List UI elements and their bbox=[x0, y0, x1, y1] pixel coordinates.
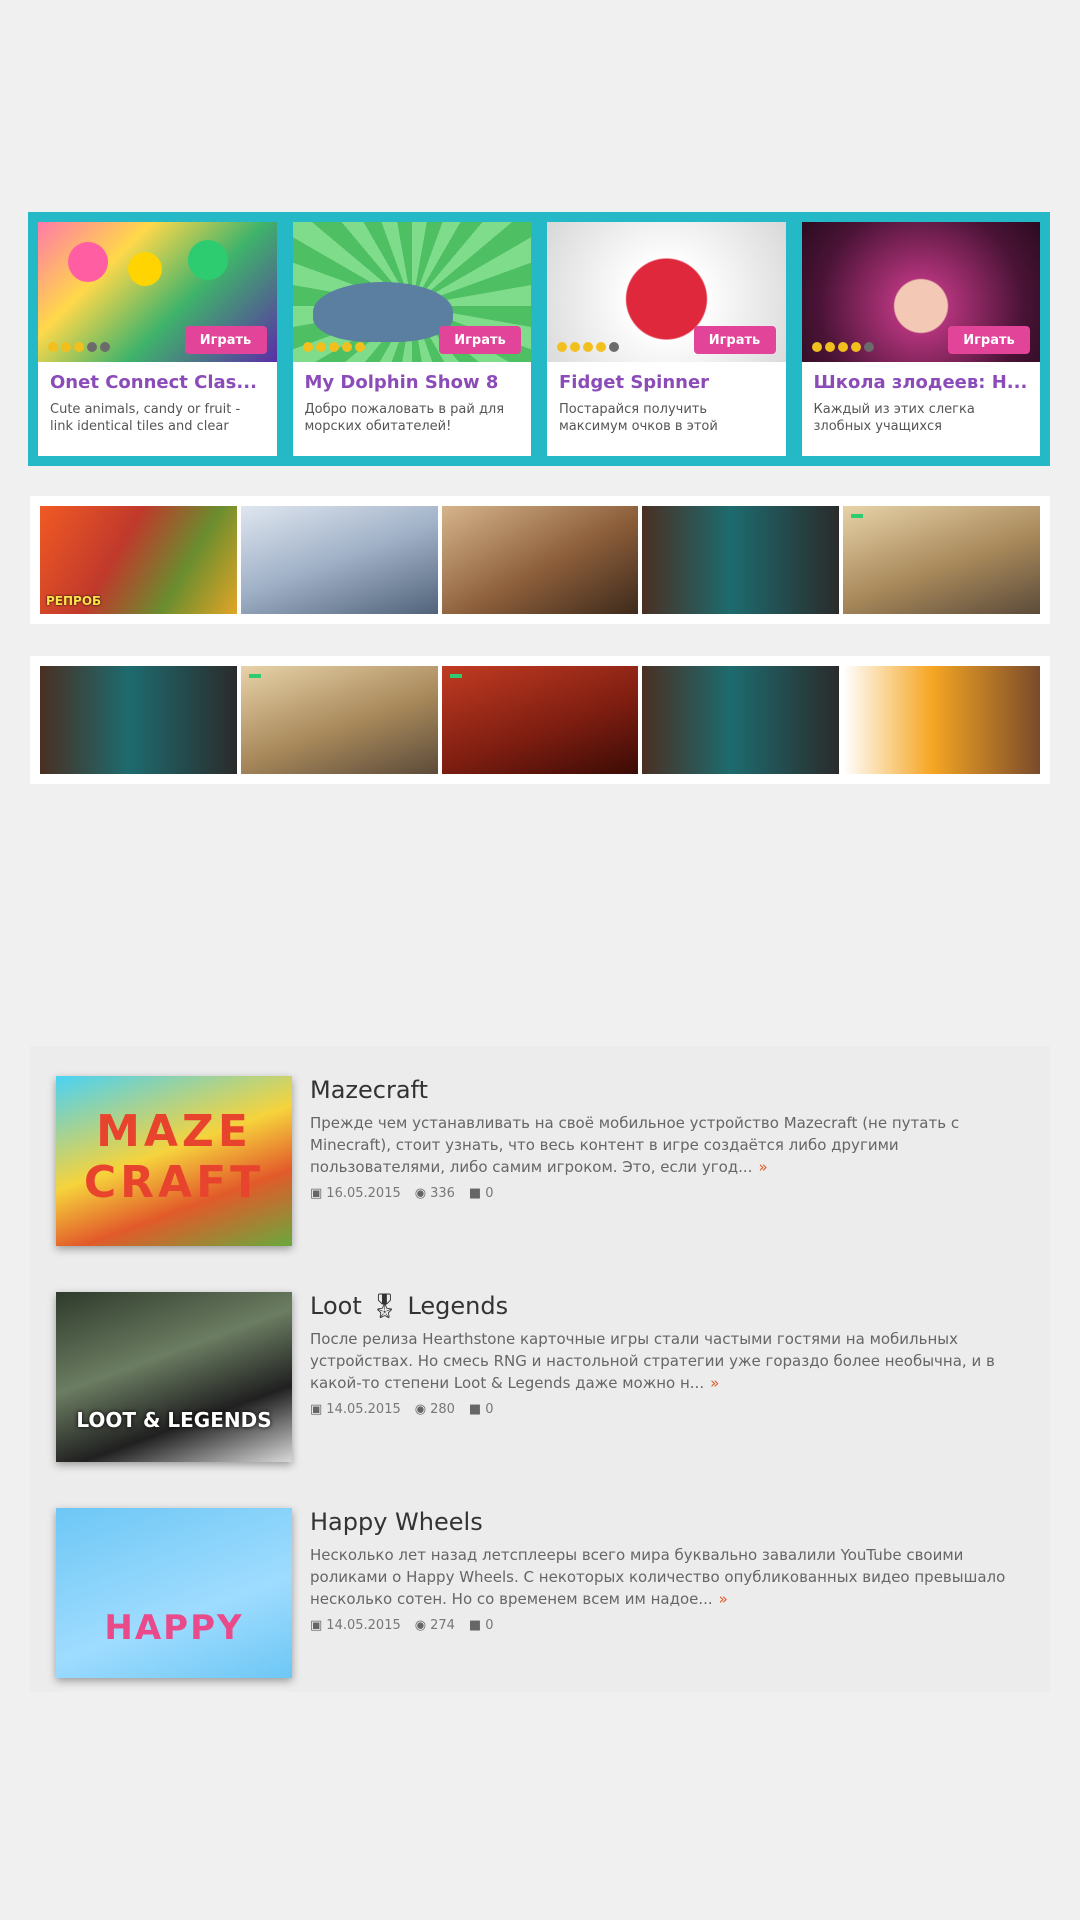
article-views: ◉ 274 bbox=[415, 1618, 455, 1633]
article-views: ◉ 280 bbox=[415, 1402, 455, 1417]
arrow-right-icon[interactable]: » bbox=[710, 1374, 719, 1392]
game-description: Добро пожаловать в рай для морских обита… bbox=[304, 402, 505, 434]
article-title[interactable]: Mazecraft bbox=[310, 1076, 1016, 1104]
calendar-icon: ▣ bbox=[310, 1186, 323, 1201]
promo-banner[interactable] bbox=[441, 506, 639, 614]
promo-banner[interactable] bbox=[843, 666, 1040, 774]
article-excerpt: Несколько лет назад летсплееры всего мир… bbox=[310, 1544, 1016, 1610]
game-title[interactable]: Onet Connect Clas... bbox=[50, 372, 265, 393]
article-item: MAZE CRAFT Mazecraft Прежде чем устанавл… bbox=[56, 1076, 1016, 1246]
comment-icon: ■ bbox=[468, 1186, 482, 1201]
eye-icon: ◉ bbox=[414, 1618, 427, 1633]
date-text: 14.05.2015 bbox=[326, 1402, 401, 1417]
play-button[interactable]: Играть bbox=[693, 326, 776, 354]
featured-games-strip: Играть Onet Connect Clas... Cute animals… bbox=[28, 212, 1050, 466]
article-item: HAPPY Happy Wheels Несколько лет назад л… bbox=[56, 1508, 1016, 1678]
promo-banner[interactable]: РЕПРОБ bbox=[40, 506, 237, 614]
views-count: 274 bbox=[430, 1618, 455, 1633]
game-card[interactable]: Играть Fidget Spinner Постарайся получит… bbox=[547, 222, 786, 456]
article-image[interactable]: HAPPY bbox=[56, 1508, 292, 1678]
promo-banner[interactable] bbox=[642, 666, 840, 774]
date-text: 16.05.2015 bbox=[326, 1186, 401, 1201]
article-comments: ■ 0 bbox=[469, 1618, 494, 1633]
promo-banner[interactable] bbox=[40, 666, 237, 774]
article-image-caption: MAZE CRAFT bbox=[83, 1106, 265, 1208]
comments-count: 0 bbox=[485, 1618, 494, 1633]
date-text: 14.05.2015 bbox=[326, 1618, 401, 1633]
comments-count: 0 bbox=[485, 1186, 494, 1201]
game-description: Каждый из этих слегка злобных учащихся bbox=[813, 402, 975, 434]
arrow-right-icon[interactable]: » bbox=[719, 1590, 728, 1608]
calendar-icon: ▣ bbox=[310, 1618, 323, 1633]
rating-stars bbox=[557, 342, 619, 352]
views-count: 336 bbox=[430, 1186, 455, 1201]
article-comments: ■ 0 bbox=[469, 1186, 494, 1201]
promo-banner[interactable] bbox=[441, 666, 639, 774]
promo-banner-row bbox=[30, 656, 1050, 784]
article-image[interactable]: MAZE CRAFT bbox=[56, 1076, 292, 1246]
article-excerpt-text: Несколько лет назад летсплееры всего мир… bbox=[310, 1546, 1006, 1608]
game-description: Постарайся получить максимум очков в это… bbox=[559, 402, 718, 434]
promo-banner[interactable] bbox=[240, 666, 438, 774]
game-title[interactable]: Школа злодеев: Н... bbox=[814, 372, 1029, 393]
eye-icon: ◉ bbox=[414, 1402, 427, 1417]
article-excerpt-text: После релиза Hearthstone карточные игры … bbox=[310, 1330, 995, 1392]
article-views: ◉ 336 bbox=[415, 1186, 455, 1201]
promo-banner-row: РЕПРОБ bbox=[30, 496, 1050, 624]
article-meta: ▣ 14.05.2015 ◉ 280 ■ 0 bbox=[310, 1402, 1016, 1417]
comments-count: 0 bbox=[485, 1402, 494, 1417]
play-button[interactable]: Играть bbox=[184, 326, 267, 354]
arrow-right-icon[interactable]: » bbox=[758, 1158, 767, 1176]
comment-icon: ■ bbox=[468, 1402, 482, 1417]
rating-stars bbox=[48, 342, 110, 352]
article-title[interactable]: Loot 🎖 Legends bbox=[310, 1292, 1016, 1320]
article-date: ▣ 14.05.2015 bbox=[310, 1402, 401, 1417]
game-thumbnail[interactable]: Играть bbox=[38, 222, 277, 362]
article-excerpt: После релиза Hearthstone карточные игры … bbox=[310, 1328, 1016, 1394]
play-button[interactable]: Играть bbox=[948, 326, 1030, 354]
rating-stars bbox=[302, 342, 365, 352]
game-card[interactable]: Играть My Dolphin Show 8 Добро пожаловат… bbox=[292, 222, 531, 456]
game-description: Cute animals, candy or fruit - link iden… bbox=[50, 402, 241, 434]
article-image-caption: HAPPY bbox=[104, 1608, 244, 1648]
article-excerpt-text: Прежде чем устанавливать на своё мобильн… bbox=[310, 1114, 960, 1176]
article-comments: ■ 0 bbox=[469, 1402, 494, 1417]
game-card[interactable]: Играть Школа злодеев: Н... Каждый из эти… bbox=[801, 222, 1040, 456]
promo-caption: РЕПРОБ bbox=[46, 594, 102, 608]
article-excerpt: Прежде чем устанавливать на своё мобильн… bbox=[310, 1112, 1016, 1178]
game-thumbnail[interactable]: Играть bbox=[292, 222, 531, 362]
article-item: LOOT & LEGENDS Loot 🎖 Legends После рели… bbox=[56, 1292, 1016, 1462]
promo-tag bbox=[851, 514, 864, 518]
eye-icon: ◉ bbox=[414, 1186, 427, 1201]
promo-banner[interactable] bbox=[843, 506, 1040, 614]
calendar-icon: ▣ bbox=[310, 1402, 323, 1417]
game-card[interactable]: Играть Onet Connect Clas... Cute animals… bbox=[38, 222, 277, 456]
promo-banner[interactable] bbox=[642, 506, 840, 614]
game-thumbnail[interactable]: Играть bbox=[547, 222, 786, 362]
article-date: ▣ 16.05.2015 bbox=[310, 1186, 401, 1201]
game-title[interactable]: Fidget Spinner bbox=[559, 372, 774, 393]
article-image[interactable]: LOOT & LEGENDS bbox=[56, 1292, 292, 1462]
article-title[interactable]: Happy Wheels bbox=[310, 1508, 1016, 1536]
article-list: MAZE CRAFT Mazecraft Прежде чем устанавл… bbox=[30, 1046, 1050, 1692]
article-meta: ▣ 14.05.2015 ◉ 274 ■ 0 bbox=[310, 1618, 1016, 1633]
promo-banner[interactable] bbox=[240, 506, 438, 614]
game-thumbnail[interactable]: Играть bbox=[801, 222, 1040, 362]
article-meta: ▣ 16.05.2015 ◉ 336 ■ 0 bbox=[310, 1186, 1016, 1201]
game-title[interactable]: My Dolphin Show 8 bbox=[305, 372, 520, 393]
promo-tag bbox=[449, 674, 462, 678]
rating-stars bbox=[811, 342, 874, 352]
play-button[interactable]: Играть bbox=[439, 326, 521, 354]
promo-tag bbox=[248, 674, 261, 678]
views-count: 280 bbox=[430, 1402, 455, 1417]
comment-icon: ■ bbox=[468, 1618, 482, 1633]
article-image-caption: LOOT & LEGENDS bbox=[76, 1408, 272, 1432]
article-date: ▣ 14.05.2015 bbox=[310, 1618, 401, 1633]
